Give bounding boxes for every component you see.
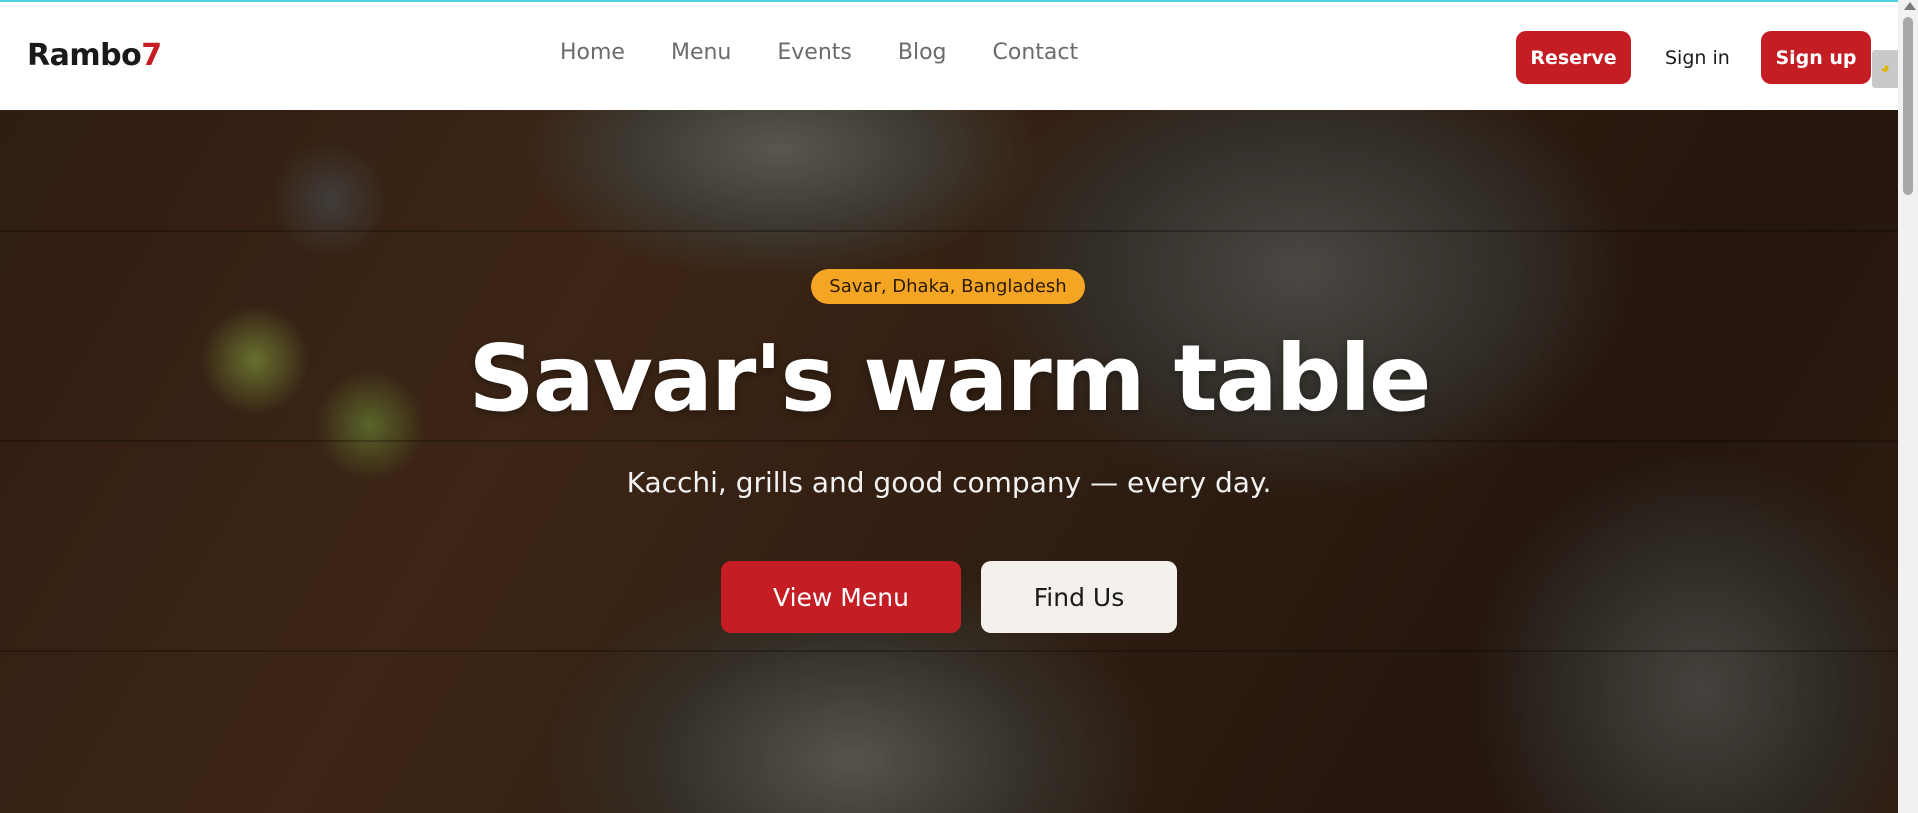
hero-title: Savar's warm table — [468, 325, 1432, 432]
logo-accent: 7 — [141, 38, 162, 73]
view-menu-button[interactable]: View Menu — [721, 561, 961, 633]
hero-subtitle: Kacchi, grills and good company — every … — [626, 466, 1272, 499]
navbar: Rambo7 Home Menu Events Blog Contact Res… — [0, 2, 1898, 110]
main-nav: Home Menu Events Blog Contact — [560, 40, 1124, 65]
side-widget-icon[interactable]: ◕ — [1872, 50, 1898, 88]
hero-section: Savar, Dhaka, Bangladesh Savar's warm ta… — [0, 110, 1898, 813]
location-badge: Savar, Dhaka, Bangladesh — [811, 269, 1085, 304]
scrollbar-thumb[interactable] — [1903, 17, 1913, 195]
scroll-up-arrow-icon[interactable] — [1904, 2, 1916, 10]
site-logo[interactable]: Rambo7 — [27, 38, 162, 73]
nav-link-blog[interactable]: Blog — [898, 40, 947, 65]
nav-link-menu[interactable]: Menu — [671, 40, 731, 65]
sign-in-link[interactable]: Sign in — [1665, 47, 1730, 69]
hero-image-overlay — [0, 110, 1898, 813]
nav-link-contact[interactable]: Contact — [993, 40, 1079, 65]
find-us-button[interactable]: Find Us — [981, 561, 1177, 633]
reserve-button[interactable]: Reserve — [1516, 31, 1631, 84]
nav-link-home[interactable]: Home — [560, 40, 625, 65]
logo-text: Rambo — [27, 38, 142, 73]
nav-link-events[interactable]: Events — [777, 40, 852, 65]
sign-up-button[interactable]: Sign up — [1761, 31, 1871, 84]
